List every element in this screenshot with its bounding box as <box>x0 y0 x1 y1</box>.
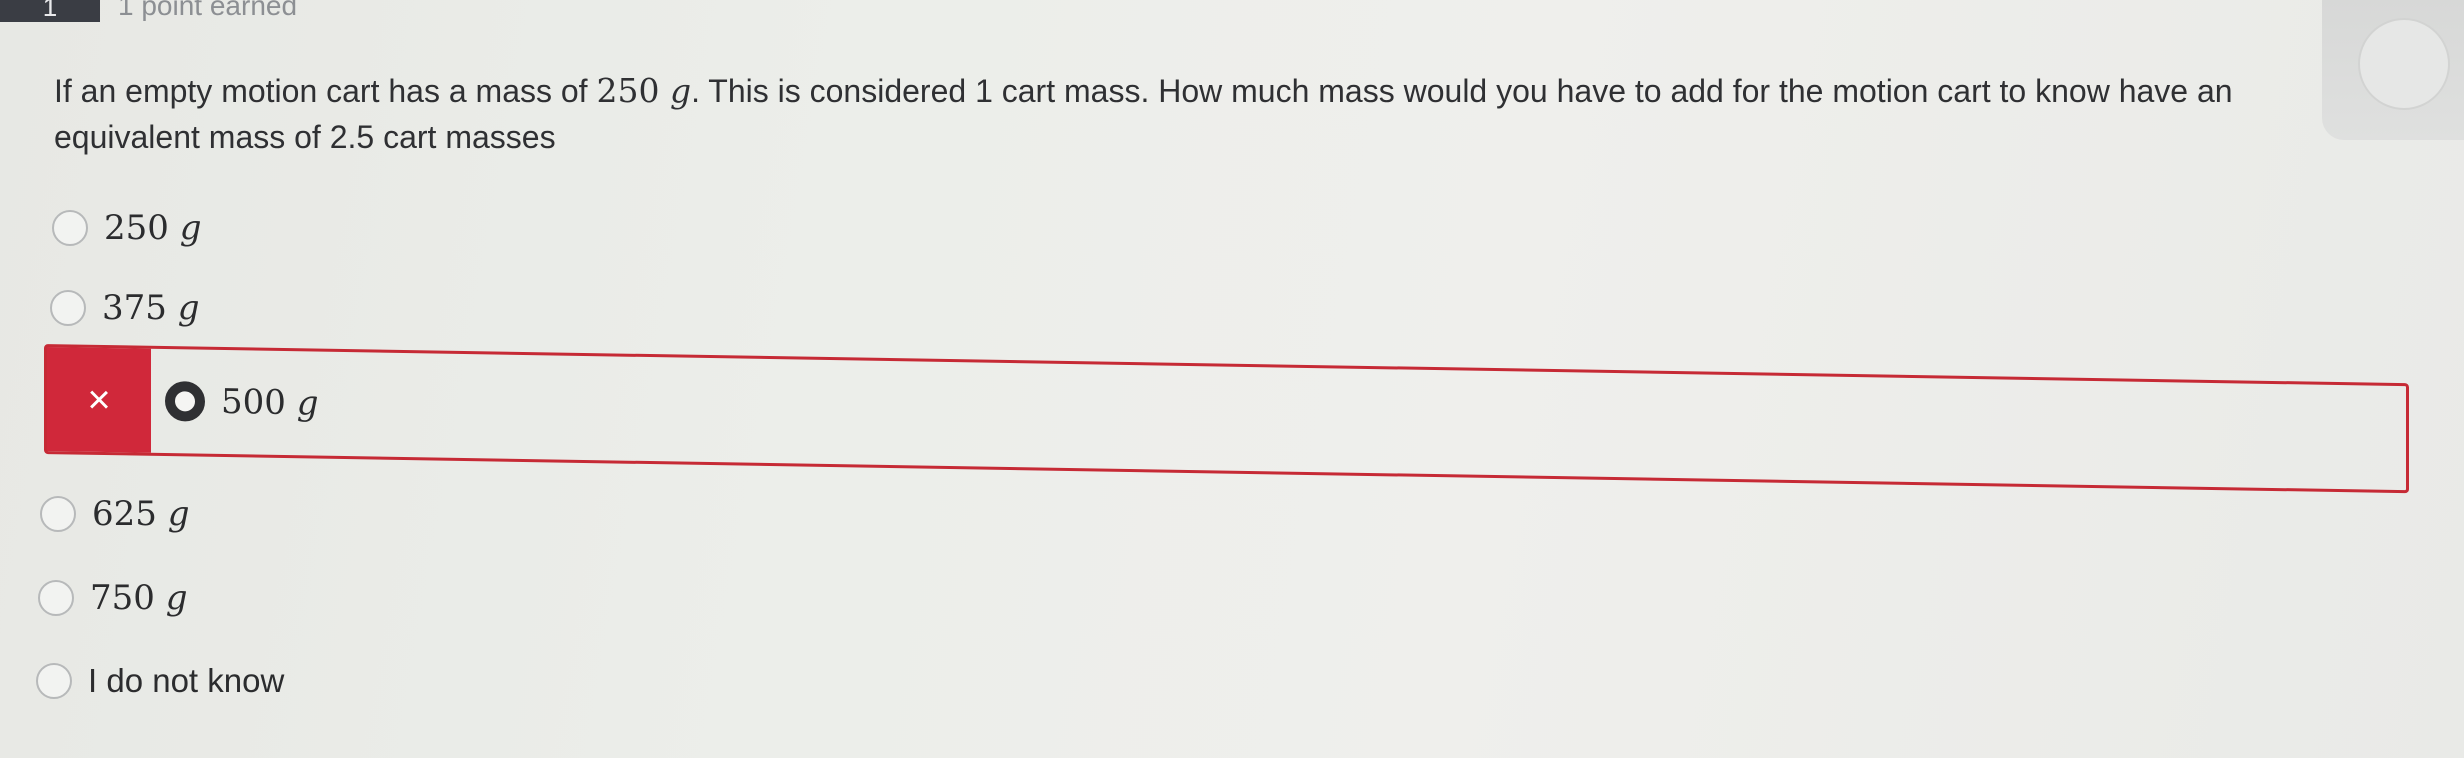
radio-button[interactable] <box>38 580 74 616</box>
radio-selected-icon[interactable] <box>165 381 205 422</box>
option-500g[interactable]: 500 g <box>165 349 318 456</box>
option-label: 500 g <box>221 382 318 424</box>
option-label: I do not know <box>88 662 285 699</box>
option-i-do-not-know[interactable]: I do not know <box>36 662 284 700</box>
radio-button[interactable] <box>36 663 72 699</box>
close-icon: × <box>87 377 111 422</box>
question-part1: If an empty motion cart has a mass of <box>54 73 597 109</box>
question-number: 1 <box>42 0 58 22</box>
option-unit: g <box>165 578 188 618</box>
option-value: 625 <box>92 494 157 534</box>
option-label: 625 g <box>92 494 189 534</box>
option-value: 375 <box>102 288 167 328</box>
option-value: 500 <box>221 381 286 424</box>
flag-button[interactable] <box>2358 18 2450 110</box>
option-value: 750 <box>90 578 155 618</box>
points-earned-label: 1 point earned <box>118 0 298 21</box>
question-mass-value: 250 <box>596 71 660 110</box>
question-number-badge: 1 <box>0 0 100 22</box>
incorrect-marker: × <box>47 347 151 453</box>
selected-answer-incorrect[interactable]: × 500 g <box>44 344 2409 494</box>
option-value: 250 <box>104 208 169 248</box>
radio-button[interactable] <box>40 496 76 532</box>
option-unit: g <box>177 288 200 328</box>
option-unit: g <box>167 494 190 534</box>
option-label: 375 g <box>102 288 199 328</box>
option-750g[interactable]: 750 g <box>38 578 187 618</box>
option-label: 250 g <box>104 208 201 248</box>
option-250g[interactable]: 250 g <box>52 208 201 248</box>
option-unit: g <box>179 208 202 248</box>
question-text: If an empty motion cart has a mass of 25… <box>54 68 2354 160</box>
radio-button[interactable] <box>50 290 86 326</box>
radio-button[interactable] <box>52 210 88 246</box>
option-unit: g <box>296 383 319 424</box>
question-mass: 250 g <box>596 71 691 110</box>
option-375g[interactable]: 375 g <box>50 288 199 328</box>
option-625g[interactable]: 625 g <box>40 494 189 534</box>
option-label: 750 g <box>90 578 187 618</box>
question-mass-unit: g <box>669 71 692 110</box>
